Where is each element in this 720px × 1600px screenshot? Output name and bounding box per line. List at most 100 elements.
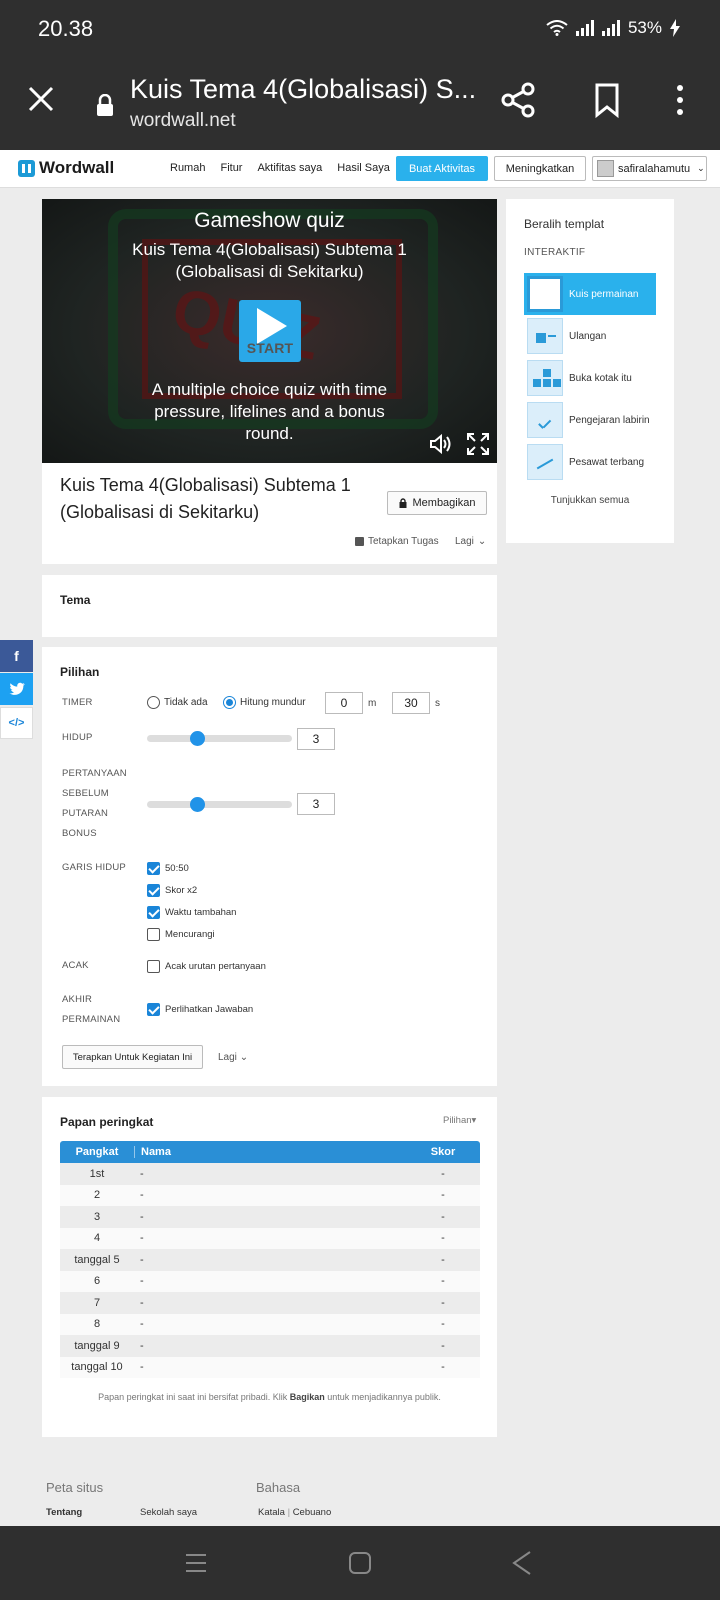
template-airplane[interactable]: Pesawat terbang [524,441,656,483]
bonus-label: PERTANYAAN SEBELUM PUTARAN BONUS [62,768,127,839]
about-link[interactable]: Tentang [46,1507,82,1518]
embed-button[interactable]: </> [0,707,33,739]
caret-down-icon: ▾ [471,1115,477,1126]
logo-icon [18,159,35,177]
score-cell: - [441,1253,445,1266]
timer-label: TIMER [62,697,93,708]
apply-to-activity-button[interactable]: Terapkan Untuk Kegiatan Ini [62,1045,203,1069]
open-box-thumb-icon [527,360,563,396]
lifelines-label: GARIS HIDUP [62,862,126,873]
share-button[interactable]: Membagikan [387,491,487,515]
show-answers-checkbox[interactable]: Perlihatkan Jawaban [147,1003,253,1016]
user-menu[interactable]: safiralahamutu ⌄ [592,156,707,181]
lives-slider[interactable] [147,731,292,746]
nav-features[interactable]: Fitur [220,162,242,174]
nav-my-results[interactable]: Hasil Saya [337,162,390,174]
name-cell: - [140,1232,144,1245]
score-cell: - [441,1275,445,1288]
score-cell: - [441,1339,445,1352]
score-cell: - [441,1189,445,1202]
score-cell: - [441,1232,445,1245]
timer-none-radio[interactable]: Tidak ada [147,696,208,709]
home-icon[interactable] [348,1552,372,1574]
bonus-slider-handle[interactable] [189,797,205,812]
table-row: tanggal 10 - - [60,1356,480,1378]
minutes-input[interactable]: 0 [325,692,363,714]
volume-icon[interactable] [429,433,453,455]
close-icon[interactable] [26,84,56,114]
name-cell: - [140,1167,144,1180]
seconds-unit: s [435,698,440,709]
leaderboard-title: Papan peringkat [60,1115,154,1129]
switch-template-panel: Beralih templat INTERAKTIF Kuis permaina… [506,199,674,543]
col-score: Skor [430,1146,456,1158]
leaderboard-options-dropdown[interactable]: Pilihan▾ [443,1115,476,1126]
lives-slider-handle[interactable] [189,731,205,746]
lifeline-extra-time-checkbox[interactable]: Waktu tambahan [147,906,236,919]
game-description: A multiple choice quiz with time pressur… [151,380,388,443]
nav-my-activities[interactable]: Aktifitas saya [257,162,322,174]
lifeline-5050-checkbox[interactable]: 50:50 [147,862,189,875]
rank-cell: tanggal 9 [74,1339,120,1352]
table-body: 1st - -2- -3- -4- - tanggal 5- -6- -7- -8- - tangga… [60,1163,480,1378]
charging-icon [670,19,680,37]
lang-cebuano[interactable]: Cebuano [293,1507,332,1518]
leaderboard-note: Papan peringkat ini saat ini bersifat pr… [98,1392,441,1402]
lifeline-double-score-checkbox[interactable]: Skor x2 [147,884,197,897]
code-icon: </> [8,717,25,729]
bonus-slider[interactable] [147,797,292,812]
twitter-share-button[interactable] [0,673,33,705]
language-heading: Bahasa [256,1480,301,1495]
bookmark-icon[interactable] [588,80,628,120]
timer-countdown-radio[interactable]: Hitung mundur [223,696,306,709]
game-preview[interactable]: QUIZ Gameshow quiz Kuis Tema 4(Globalisa… [42,199,497,463]
username: safiralahamutu [618,162,691,175]
minutes-unit: m [368,698,377,709]
score-cell: - [441,1210,445,1223]
end-game-label: AKHIR PERMAINAN [62,994,121,1025]
url-text[interactable]: wordwall.net [130,110,236,132]
my-school-link[interactable]: Sekolah saya [140,1507,197,1518]
game-name: Kuis Tema 4(Globalisasi) Subtema 1 (Glob… [132,240,407,281]
lock-icon [399,498,406,508]
table-row: 2 - - [60,1184,480,1206]
options-more-dropdown[interactable]: Lagi ⌄ [218,1052,248,1063]
share-icon[interactable] [498,80,538,120]
recent-apps-icon[interactable] [184,1552,208,1574]
template-quiz[interactable]: Ulangan [524,315,656,357]
bonus-value[interactable]: 3 [297,793,335,815]
back-icon[interactable] [510,1550,534,1576]
lifeline-cheat-checkbox[interactable]: Mencurangi [147,928,215,941]
rank-cell: 6 [93,1275,101,1288]
wordwall-logo[interactable]: Wordwall [18,158,114,178]
table-row: 1st - - [60,1163,480,1185]
activity-title: Kuis Tema 4(Globalisasi) Subtema 1 (Glob… [60,475,351,522]
start-button[interactable]: START [239,300,301,362]
template-open-box[interactable]: Buka kotak itu [524,357,656,399]
assign-link[interactable]: Tetapkan Tugas [355,536,439,547]
options-title: Pilihan [60,665,100,679]
fullscreen-icon[interactable] [467,433,489,455]
template-maze-chase[interactable]: Pengejaran labirin [524,399,656,441]
game-template-title: Gameshow quiz [194,209,345,232]
avatar [597,160,614,177]
show-all-link[interactable]: Tunjukkan semua [506,495,674,506]
switch-template-title: Beralih templat [524,217,605,231]
score-cell: - [441,1361,445,1374]
name-cell: - [140,1189,144,1202]
chevron-down-icon: ⌄ [239,1052,249,1063]
theme-card[interactable] [42,575,497,637]
signal-2-icon [601,20,620,36]
seconds-input[interactable]: 30 [392,692,430,714]
more-vert-icon[interactable] [660,80,700,120]
more-dropdown[interactable]: Lagi ⌄ [455,536,486,547]
create-activity-button[interactable]: Buat Aktivitas [396,156,488,181]
lives-value[interactable]: 3 [297,728,335,750]
template-gameshow[interactable]: Kuis permainan [524,273,656,315]
upgrade-button[interactable]: Meningkatkan [494,156,586,181]
lang-katala[interactable]: Katala [258,1507,285,1518]
facebook-share-button[interactable]: f [0,640,33,672]
shuffle-questions-checkbox[interactable]: Acak urutan pertanyaan [147,960,266,973]
share-link[interactable]: Bagikan [290,1392,325,1402]
nav-home[interactable]: Rumah [170,162,205,174]
